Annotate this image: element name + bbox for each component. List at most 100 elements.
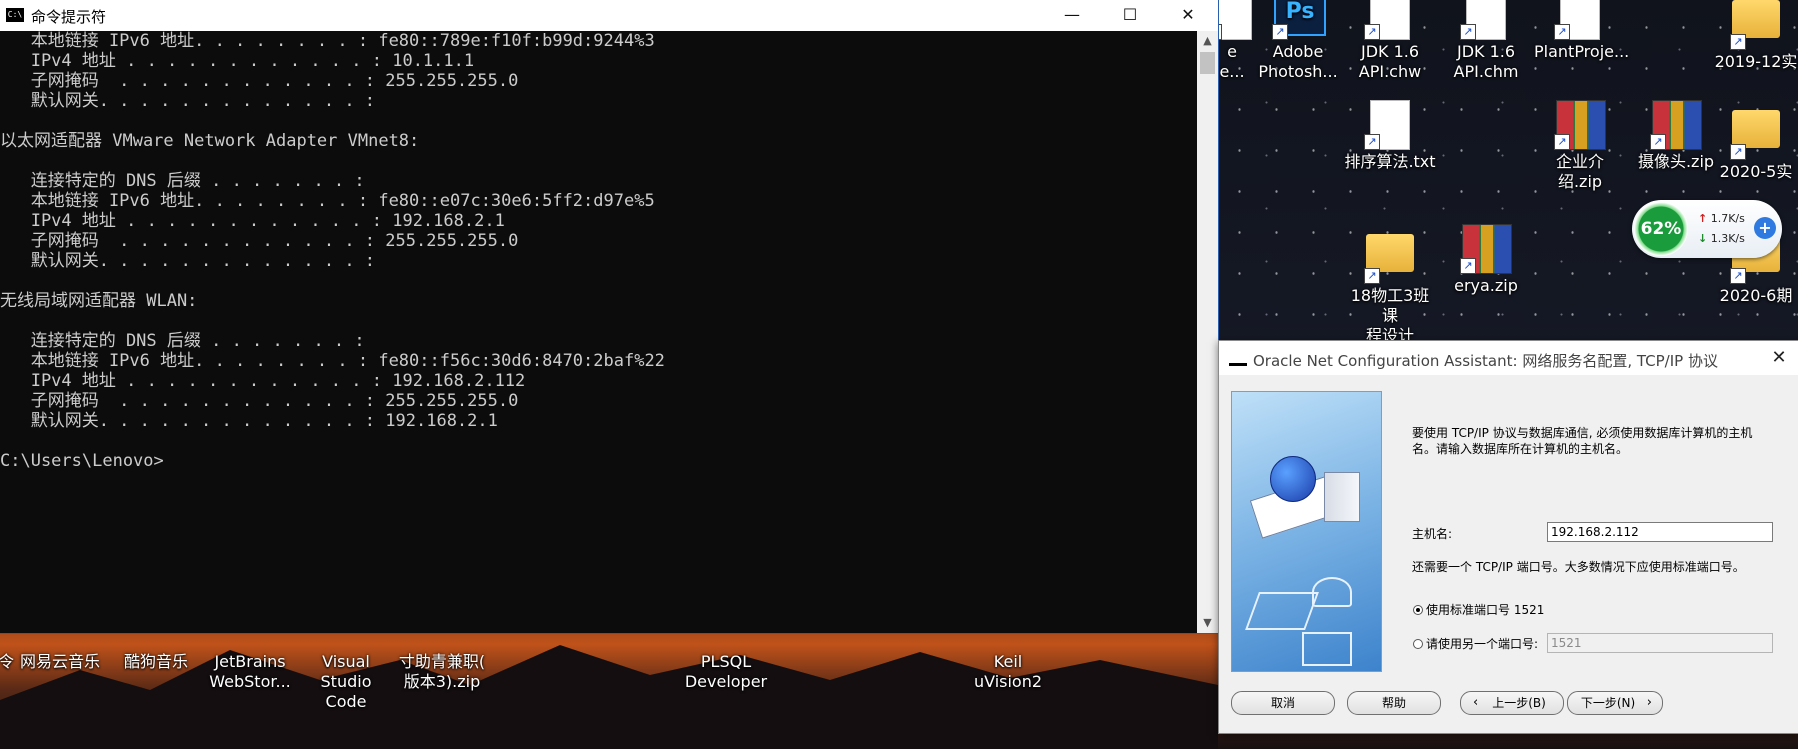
- shortcut-arrow-icon: ↗: [1554, 24, 1570, 40]
- host-input[interactable]: [1547, 522, 1773, 542]
- server-icon: [1324, 472, 1360, 522]
- help-button[interactable]: 帮助: [1347, 691, 1441, 715]
- desktop-icon-label[interactable]: Keil uVision2: [962, 652, 1054, 692]
- chevron-right-icon: ›: [1646, 695, 1652, 710]
- desktop-icon-label: 摄像头.zip: [1637, 152, 1715, 171]
- console-line: 无线局域网适配器 WLAN:: [0, 291, 198, 311]
- shortcut-arrow-icon: ↗: [1650, 134, 1666, 150]
- cmd-titlebar[interactable]: C:\ 命令提示符 — ☐ ✕: [0, 0, 1218, 31]
- desktop-icon-label[interactable]: 寸助青兼职( 版本3).zip: [396, 652, 488, 692]
- shortcut-arrow-icon: ↗: [1364, 24, 1380, 40]
- desktop-icon-label: 18物工3班课 程设计: [1350, 286, 1430, 345]
- desktop-icon-label[interactable]: PLSQL Developer: [680, 652, 772, 692]
- cmd-window[interactable]: C:\ 命令提示符 — ☐ ✕ 本地链接 IPv6 地址. . . . . . …: [0, 0, 1219, 634]
- console-line: 默认网关. . . . . . . . . . . . . :: [0, 251, 376, 271]
- desktop-icon[interactable]: ↗ erya.zip: [1440, 224, 1532, 296]
- desktop-icon[interactable]: ↗ 2019-12实: [1710, 0, 1798, 72]
- shortcut-arrow-icon: ↗: [1730, 144, 1746, 160]
- desktop-icon[interactable]: ↗ JDK 1.6 API.chw: [1344, 0, 1436, 82]
- folder-file-icon: ↗: [1364, 234, 1414, 284]
- network-illustration: [1231, 391, 1382, 672]
- console-line: 子网掩码 . . . . . . . . . . . . : 255.255.2…: [0, 231, 519, 251]
- oracle-net-dialog[interactable]: Oracle Net Configuration Assistant: 网络服务…: [1218, 340, 1798, 734]
- dialog-titlebar[interactable]: Oracle Net Configuration Assistant: 网络服务…: [1219, 341, 1798, 375]
- laptop-icon: [1245, 592, 1319, 630]
- shortcut-arrow-icon: ↗: [1460, 258, 1476, 274]
- scroll-down-arrow-icon[interactable]: ▼: [1197, 613, 1218, 633]
- console-line: IPv4 地址 . . . . . . . . . . . . : 192.16…: [0, 371, 526, 391]
- port-note: 还需要一个 TCP/IP 端口号。大多数情况下应使用标准端口号。: [1412, 560, 1745, 574]
- doc-file-icon: ↗: [1364, 100, 1414, 150]
- console-line: C:\Users\Lenovo>: [0, 451, 164, 471]
- minimize-button[interactable]: —: [1043, 0, 1101, 31]
- chevron-left-icon: ‹: [1473, 695, 1479, 710]
- desktop-icon-label: 企业介绍.zip: [1555, 152, 1604, 191]
- desktop-icon-label: JDK 1.6 API.chm: [1453, 42, 1519, 81]
- port-input[interactable]: [1547, 633, 1773, 653]
- desktop-icon-label[interactable]: Visual Studio Code: [300, 652, 392, 712]
- desktop-icon[interactable]: Ps ↗ Adobe Photosh...: [1252, 0, 1344, 82]
- doc-file-icon: ↗: [1460, 0, 1510, 40]
- ps-file-icon: Ps ↗: [1272, 0, 1326, 40]
- desktop-icon-label: erya.zip: [1454, 276, 1518, 295]
- desktop-icon-label[interactable]: JetBrains WebStor...: [204, 652, 296, 692]
- back-button[interactable]: ‹ 上一步(B): [1460, 691, 1564, 715]
- desktop-icon[interactable]: ↗ 2020-5实: [1710, 100, 1798, 182]
- intro-text-line1: 要使用 TCP/IP 协议与数据库通信, 必须使用数据库计算机的主机: [1412, 426, 1753, 440]
- desktop-icon[interactable]: ↗ JDK 1.6 API.chm: [1440, 0, 1532, 82]
- desktop-icon[interactable]: ↗ 企业介绍.zip: [1534, 100, 1626, 192]
- standard-port-label[interactable]: 使用标准端口号 1521: [1426, 602, 1544, 618]
- console-line: 本地链接 IPv6 地址. . . . . . . . : fe80::f56c…: [0, 351, 665, 371]
- folder-file-icon: ↗: [1730, 0, 1780, 50]
- desktop-icon-label: 排序算法.txt: [1344, 152, 1436, 171]
- shortcut-arrow-icon: ↗: [1364, 134, 1380, 150]
- cmd-app-icon: C:\: [6, 8, 24, 22]
- cmd-window-title: 命令提示符: [31, 8, 107, 26]
- desktop-icon-label[interactable]: 网易云音乐: [14, 652, 106, 672]
- other-port-radio[interactable]: [1413, 639, 1423, 649]
- other-port-label[interactable]: 请使用另一个端口号:: [1426, 636, 1538, 652]
- console-line: 以太网适配器 VMware Network Adapter VMnet8:: [0, 131, 420, 151]
- desktop-icon[interactable]: ↗ 摄像头.zip: [1630, 100, 1722, 172]
- dialog-title: Oracle Net Configuration Assistant: 网络服务…: [1253, 352, 1718, 370]
- intro-text-line2: 名。请输入数据库所在计算机的主机名。: [1412, 442, 1629, 456]
- desktop-icon-label: 2020-5实: [1719, 162, 1793, 181]
- upload-speed: ↑ 1.7K/s: [1698, 212, 1745, 225]
- shortcut-arrow-icon: ↗: [1364, 268, 1380, 284]
- desktop-icon[interactable]: ↗ 18物工3班课 程设计: [1344, 224, 1436, 346]
- cmd-console-output[interactable]: 本地链接 IPv6 地址. . . . . . . . : fe80::789e…: [0, 31, 1197, 633]
- network-speed-widget[interactable]: 62% ↑ 1.7K/s ↓ 1.3K/s +: [1632, 200, 1782, 258]
- scroll-up-arrow-icon[interactable]: ▲: [1197, 31, 1218, 51]
- shortcut-arrow-icon: ↗: [1730, 268, 1746, 284]
- widget-plus-button[interactable]: +: [1754, 217, 1776, 239]
- cmd-scrollbar[interactable]: ▲ ▼: [1197, 31, 1218, 633]
- monitor-icon: [1302, 632, 1352, 666]
- folder-file-icon: ↗: [1730, 110, 1780, 160]
- shortcut-arrow-icon: ↗: [1730, 34, 1746, 50]
- screen: ↗e e...Ps↗Adobe Photosh...↗JDK 1.6 API.c…: [0, 0, 1798, 749]
- scroll-thumb[interactable]: [1200, 52, 1215, 74]
- close-button[interactable]: ✕: [1159, 0, 1217, 31]
- desktop-icon[interactable]: ↗ PlantProje...: [1534, 0, 1629, 62]
- maximize-button[interactable]: ☐: [1101, 0, 1159, 31]
- console-line: 本地链接 IPv6 地址. . . . . . . . : fe80::789e…: [0, 31, 655, 51]
- standard-port-radio[interactable]: [1413, 605, 1423, 615]
- desktop-icon-label[interactable]: 酷狗音乐: [110, 652, 202, 672]
- network-usage-ring: 62%: [1634, 202, 1688, 256]
- desktop-icon[interactable]: ↗ 排序算法.txt: [1344, 100, 1436, 172]
- globe-icon: [1270, 456, 1316, 502]
- next-button[interactable]: 下一步(N) ›: [1567, 691, 1663, 715]
- doc-file-icon: ↗: [1554, 0, 1604, 40]
- console-line: 子网掩码 . . . . . . . . . . . . : 255.255.2…: [0, 71, 519, 91]
- dialog-close-button[interactable]: ✕: [1767, 346, 1791, 370]
- next-button-label: 下一步(N): [1580, 696, 1636, 710]
- shortcut-arrow-icon: ↗: [1554, 134, 1570, 150]
- cancel-button[interactable]: 取消: [1231, 691, 1335, 715]
- console-line: 子网掩码 . . . . . . . . . . . . : 255.255.2…: [0, 391, 519, 411]
- desktop-icon-label: Adobe Photosh...: [1258, 42, 1338, 81]
